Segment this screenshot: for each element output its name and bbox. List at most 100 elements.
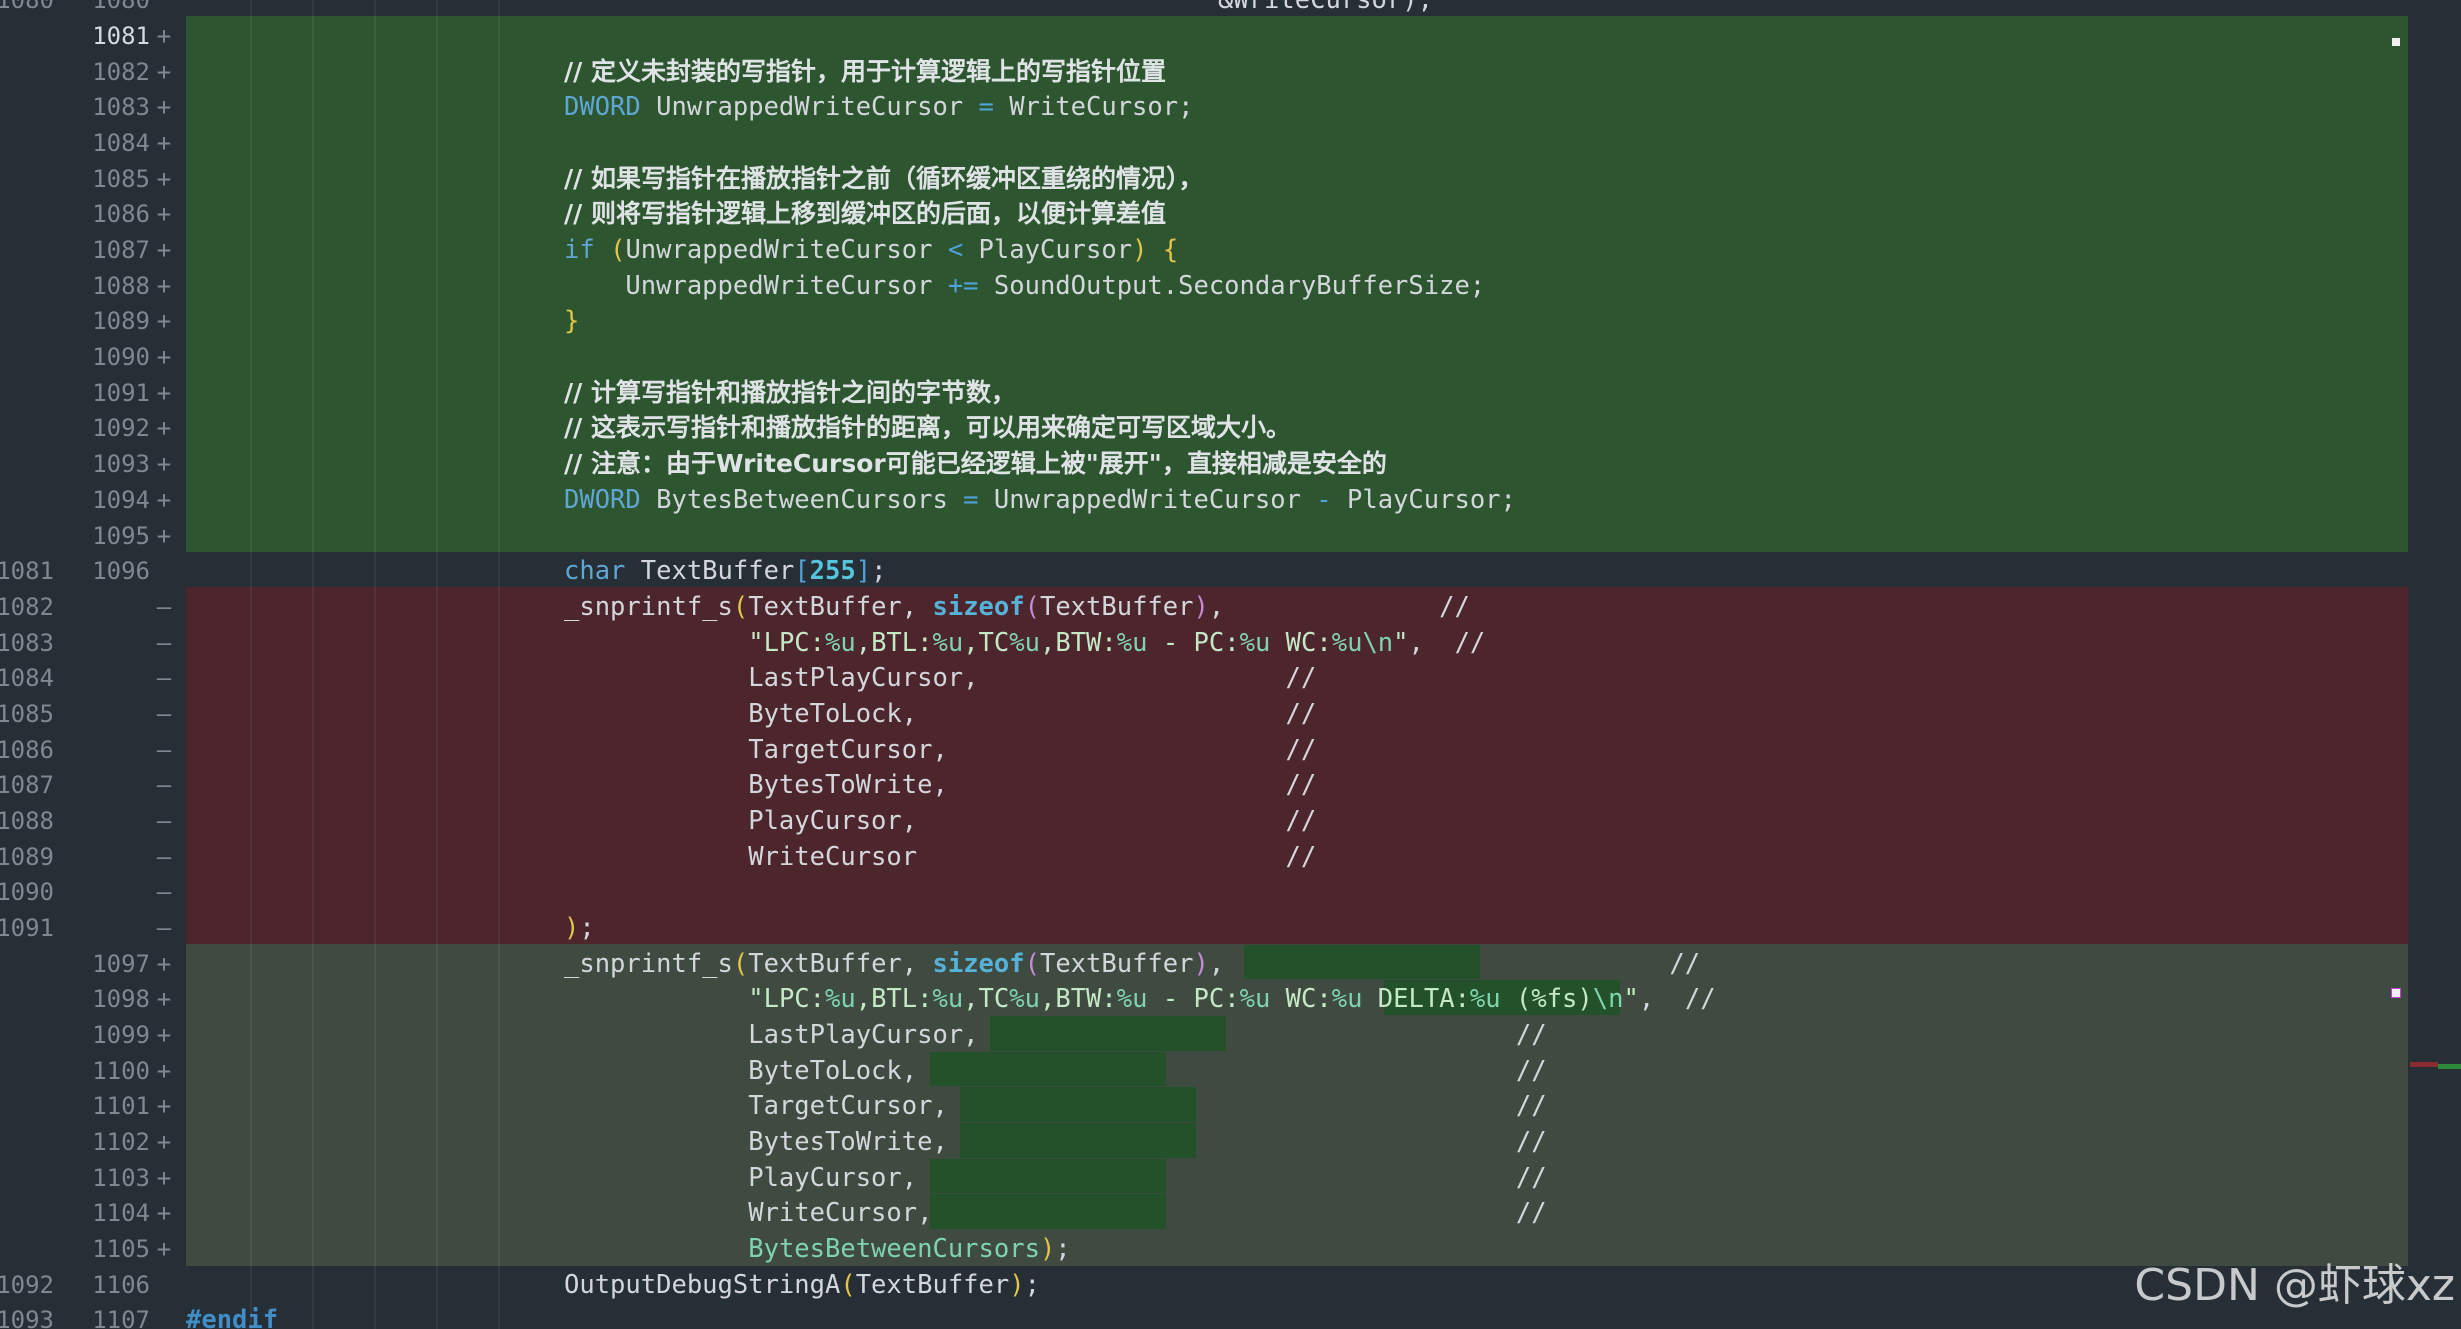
code-line[interactable]: "LPC:%u,BTL:%u,TC%u,BTW:%u - PC:%u WC:%u… <box>564 981 1716 1017</box>
code-token: DELTA: <box>1362 984 1470 1015</box>
new-line-number: 1103 <box>92 1163 150 1192</box>
indent-guide <box>374 0 376 1329</box>
code-line[interactable]: LastPlayCursor, // <box>564 660 1316 696</box>
new-line-number: 1099 <box>92 1021 150 1050</box>
code-line[interactable]: } <box>564 303 579 339</box>
added-marker: + <box>156 164 172 193</box>
code-line[interactable]: DWORD UnwrappedWriteCursor = WriteCursor… <box>564 89 1193 125</box>
code-line[interactable]: if (UnwrappedWriteCursor < PlayCursor) { <box>564 232 1178 268</box>
old-line-number: 1090 <box>0 878 54 907</box>
code-token: - PC: <box>1147 984 1240 1015</box>
code-line[interactable]: _snprintf_s(TextBuffer, sizeof(TextBuffe… <box>564 589 1470 625</box>
code-token: DWORD <box>564 484 641 515</box>
code-line[interactable]: WriteCursor, // <box>564 1195 1547 1231</box>
code-token: TextBuffer, <box>748 948 933 979</box>
code-token: , // <box>1638 984 1716 1015</box>
code-line[interactable]: char TextBuffer[255]; <box>564 553 886 589</box>
code-token: ; <box>1024 1269 1040 1300</box>
code-token: ) <box>1009 1269 1025 1300</box>
code-token: ) <box>1039 1234 1056 1265</box>
code-token: TextBuffer <box>1039 948 1194 979</box>
added-marker: + <box>156 271 172 300</box>
removed-marker: — <box>156 914 172 942</box>
code-line[interactable]: // 则将写指针逻辑上移到缓冲区的后面，以便计算差值 <box>564 196 1166 232</box>
indent-guide <box>498 0 500 1329</box>
code-line[interactable]: // 这表示写指针和播放指针的距离，可以用来确定可写区域大小。 <box>564 410 1291 446</box>
new-line-number: 1080 <box>92 0 150 15</box>
code-token: WriteCursor // <box>564 841 1317 872</box>
code-line[interactable]: // 如果写指针在播放指针之前（循环缓冲区重绕的情况）， <box>564 161 1203 197</box>
code-comment: // 则将写指针逻辑上移到缓冲区的后面，以便计算差值 <box>564 199 1166 229</box>
removed-marker: — <box>156 878 172 907</box>
code-line[interactable]: ); <box>564 910 595 946</box>
code-token: ( <box>610 235 626 266</box>
code-line[interactable]: _snprintf_s(TextBuffer, sizeof(TextBuffe… <box>564 946 1700 982</box>
code-line[interactable]: ByteToLock, // <box>564 696 1316 732</box>
indent-guide <box>312 0 314 1329</box>
new-line-number: 1105 <box>92 1235 150 1264</box>
code-token: WriteCursor, // <box>564 1198 1547 1229</box>
code-comment: // 计算写指针和播放指针之间的字节数， <box>564 377 1016 407</box>
code-token: DWORD <box>564 92 641 123</box>
code-line[interactable]: LastPlayCursor, // <box>564 1017 1546 1053</box>
old-line-number: 1087 <box>0 771 54 800</box>
code-token: PlayCursor; <box>1331 484 1516 515</box>
added-marker: + <box>156 485 172 514</box>
code-line[interactable]: // 定义未封装的写指针，用于计算逻辑上的写指针位置 <box>564 54 1166 90</box>
added-marker: + <box>156 450 172 479</box>
new-line-number: 1087 <box>92 236 150 265</box>
old-line-number: 1089 <box>0 842 54 871</box>
code-line[interactable]: "LPC:%u,BTL:%u,TC%u,BTW:%u - PC:%u WC:%u… <box>564 625 1485 661</box>
new-line-number: 1096 <box>92 557 150 586</box>
code-line[interactable]: PlayCursor, // <box>564 1160 1547 1196</box>
code-token: sizeof <box>932 948 1025 979</box>
code-token: - <box>1316 484 1332 515</box>
new-line-number: 1089 <box>92 307 150 336</box>
code-line[interactable]: OutputDebugStringA(TextBuffer); <box>564 1267 1040 1303</box>
code-token: , // <box>1408 627 1486 658</box>
added-marker: + <box>156 1235 172 1264</box>
old-line-number: 1084 <box>0 664 54 693</box>
code-token: BytesToWrite, // <box>564 770 1317 801</box>
code-line[interactable]: // 计算写指针和播放指针之间的字节数， <box>564 375 1016 411</box>
code-line[interactable]: BytesToWrite, // <box>564 767 1316 803</box>
code-token: %u <box>1116 984 1148 1015</box>
new-line-number: 1091 <box>92 378 150 407</box>
code-token: [ <box>794 556 810 587</box>
code-token: %u <box>1239 984 1271 1015</box>
code-line[interactable]: ByteToLock, // <box>564 1053 1546 1089</box>
code-token: PlayCursor <box>963 235 1133 266</box>
new-line-number: 1083 <box>92 93 150 122</box>
code-token: %u\n <box>1331 627 1394 658</box>
new-line-number: 1082 <box>92 57 150 86</box>
code-token: PlayCursor, // <box>564 1162 1547 1193</box>
code-token: ( <box>1024 948 1040 979</box>
new-line-number: 1092 <box>92 414 150 443</box>
new-line-number: 1097 <box>92 949 150 978</box>
code-token: sizeof <box>932 591 1025 622</box>
new-line-number: 1094 <box>92 485 150 514</box>
code-token: UnwrappedWriteCursor <box>978 484 1317 515</box>
code-line[interactable]: // 注意：由于WriteCursor可能已经逻辑上被"展开"，直接相减是安全的 <box>564 446 1387 482</box>
code-token: %u <box>1116 627 1148 658</box>
code-line[interactable]: #endif <box>186 1302 278 1329</box>
code-line[interactable]: PlayCursor, // <box>564 803 1316 839</box>
code-line[interactable]: TargetCursor, // <box>564 732 1316 768</box>
code-line[interactable]: BytesToWrite, // <box>564 1124 1546 1160</box>
code-line[interactable]: DWORD BytesBetweenCursors = UnwrappedWri… <box>564 482 1516 518</box>
code-token: %u <box>1009 984 1040 1015</box>
added-marker: + <box>156 1199 172 1228</box>
removed-marker: — <box>156 664 172 693</box>
code-line[interactable]: TargetCursor, // <box>564 1088 1546 1124</box>
code-line[interactable]: WriteCursor // <box>564 839 1316 875</box>
code-token: WC: <box>1270 627 1332 658</box>
new-line-number: 1107 <box>92 1306 150 1329</box>
old-line-number: 1088 <box>0 806 54 835</box>
old-line-number: 1082 <box>0 592 54 621</box>
added-marker: + <box>156 1092 172 1121</box>
code-line[interactable]: BytesBetweenCursors); <box>564 1231 1070 1267</box>
new-line-number: 1106 <box>92 1270 150 1299</box>
code-token: ,BTW: <box>1039 984 1117 1015</box>
code-line[interactable]: UnwrappedWriteCursor += SoundOutput.Seco… <box>564 268 1485 304</box>
removed-marker: — <box>156 628 172 657</box>
